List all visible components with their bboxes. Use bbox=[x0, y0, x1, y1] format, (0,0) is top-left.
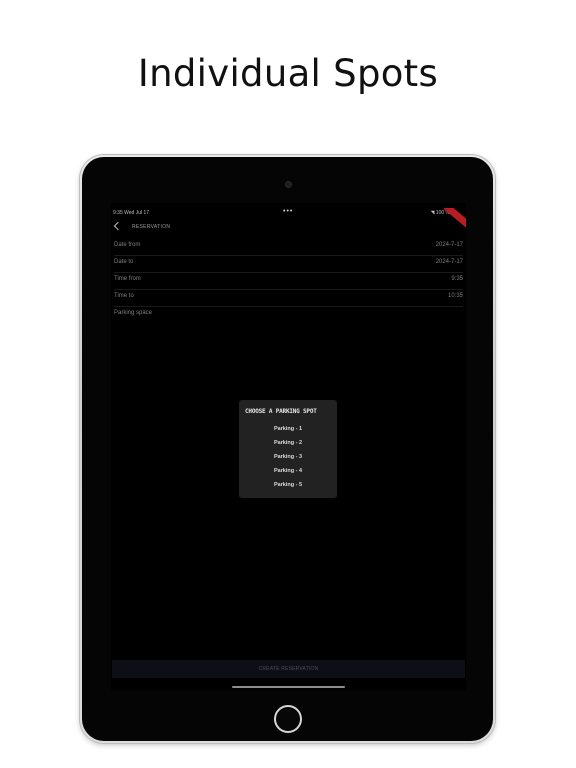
row-value: 2024-7-17 bbox=[435, 259, 463, 265]
home-button[interactable] bbox=[274, 705, 302, 733]
page-title: RESERVATION bbox=[132, 224, 171, 230]
parking-option-2[interactable]: Parking - 2 bbox=[239, 440, 337, 454]
dialog-title: CHOOSE A PARKING SPOT bbox=[245, 408, 317, 415]
parking-option-4[interactable]: Parking - 4 bbox=[239, 468, 337, 482]
status-time: 9:35 Wed Jul 17 bbox=[113, 210, 149, 216]
headline: Individual Spots bbox=[137, 52, 439, 95]
nav-bar: RESERVATION bbox=[111, 221, 466, 233]
wifi-icon: ◥ bbox=[430, 210, 435, 216]
row-value: 10:35 bbox=[447, 293, 463, 299]
row-label: Time from bbox=[114, 276, 141, 282]
row-label: Parking space bbox=[114, 310, 153, 316]
row-label: Date to bbox=[114, 259, 134, 265]
time-from-row[interactable]: Time from 9:35 bbox=[114, 273, 463, 290]
time-to-row[interactable]: Time to 10:35 bbox=[114, 290, 463, 307]
parking-spot-list: Parking - 1 Parking - 2 Parking - 3 Park… bbox=[239, 426, 337, 496]
status-bar: 9:35 Wed Jul 17 ••• ◥ 100 % bbox=[111, 208, 466, 218]
parking-option-3[interactable]: Parking - 3 bbox=[239, 454, 337, 468]
date-from-row[interactable]: Date from 2024-7-17 bbox=[114, 239, 463, 256]
row-value: 2024-7-17 bbox=[435, 242, 463, 248]
home-indicator[interactable] bbox=[232, 686, 345, 688]
row-label: Date from bbox=[114, 242, 141, 248]
app-screen: 9:35 Wed Jul 17 ••• ◥ 100 % RESERVATION … bbox=[111, 203, 466, 690]
multitasking-dots-icon[interactable]: ••• bbox=[283, 208, 293, 215]
parking-option-1[interactable]: Parking - 1 bbox=[239, 426, 337, 440]
parking-option-5[interactable]: Parking - 5 bbox=[239, 482, 337, 496]
camera-icon bbox=[286, 182, 291, 187]
row-value: 9:35 bbox=[451, 276, 463, 282]
reservation-form: Date from 2024-7-17 Date to 2024-7-17 Ti… bbox=[114, 239, 463, 324]
create-reservation-button[interactable]: CREATE RESERVATION bbox=[112, 660, 465, 678]
parking-space-row[interactable]: Parking space bbox=[114, 307, 463, 324]
status-time-text: 9:35 bbox=[113, 210, 123, 216]
back-chevron-icon[interactable] bbox=[113, 221, 123, 231]
parking-spot-dialog: CHOOSE A PARKING SPOT Parking - 1 Parkin… bbox=[239, 400, 337, 498]
row-label: Time to bbox=[114, 293, 134, 299]
status-date-text: Wed Jul 17 bbox=[124, 210, 150, 216]
date-to-row[interactable]: Date to 2024-7-17 bbox=[114, 256, 463, 273]
